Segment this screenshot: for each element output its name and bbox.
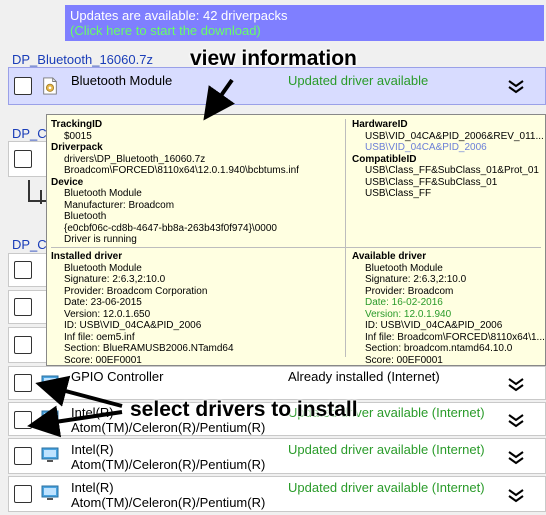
annotation-arrows [27, 78, 235, 438]
callout-select-drivers: select drivers to install [130, 398, 358, 421]
arrow-select [35, 375, 123, 408]
arrow-select [27, 405, 123, 438]
arrow-view-info [203, 78, 235, 121]
callout-view-information: view information [190, 47, 357, 70]
